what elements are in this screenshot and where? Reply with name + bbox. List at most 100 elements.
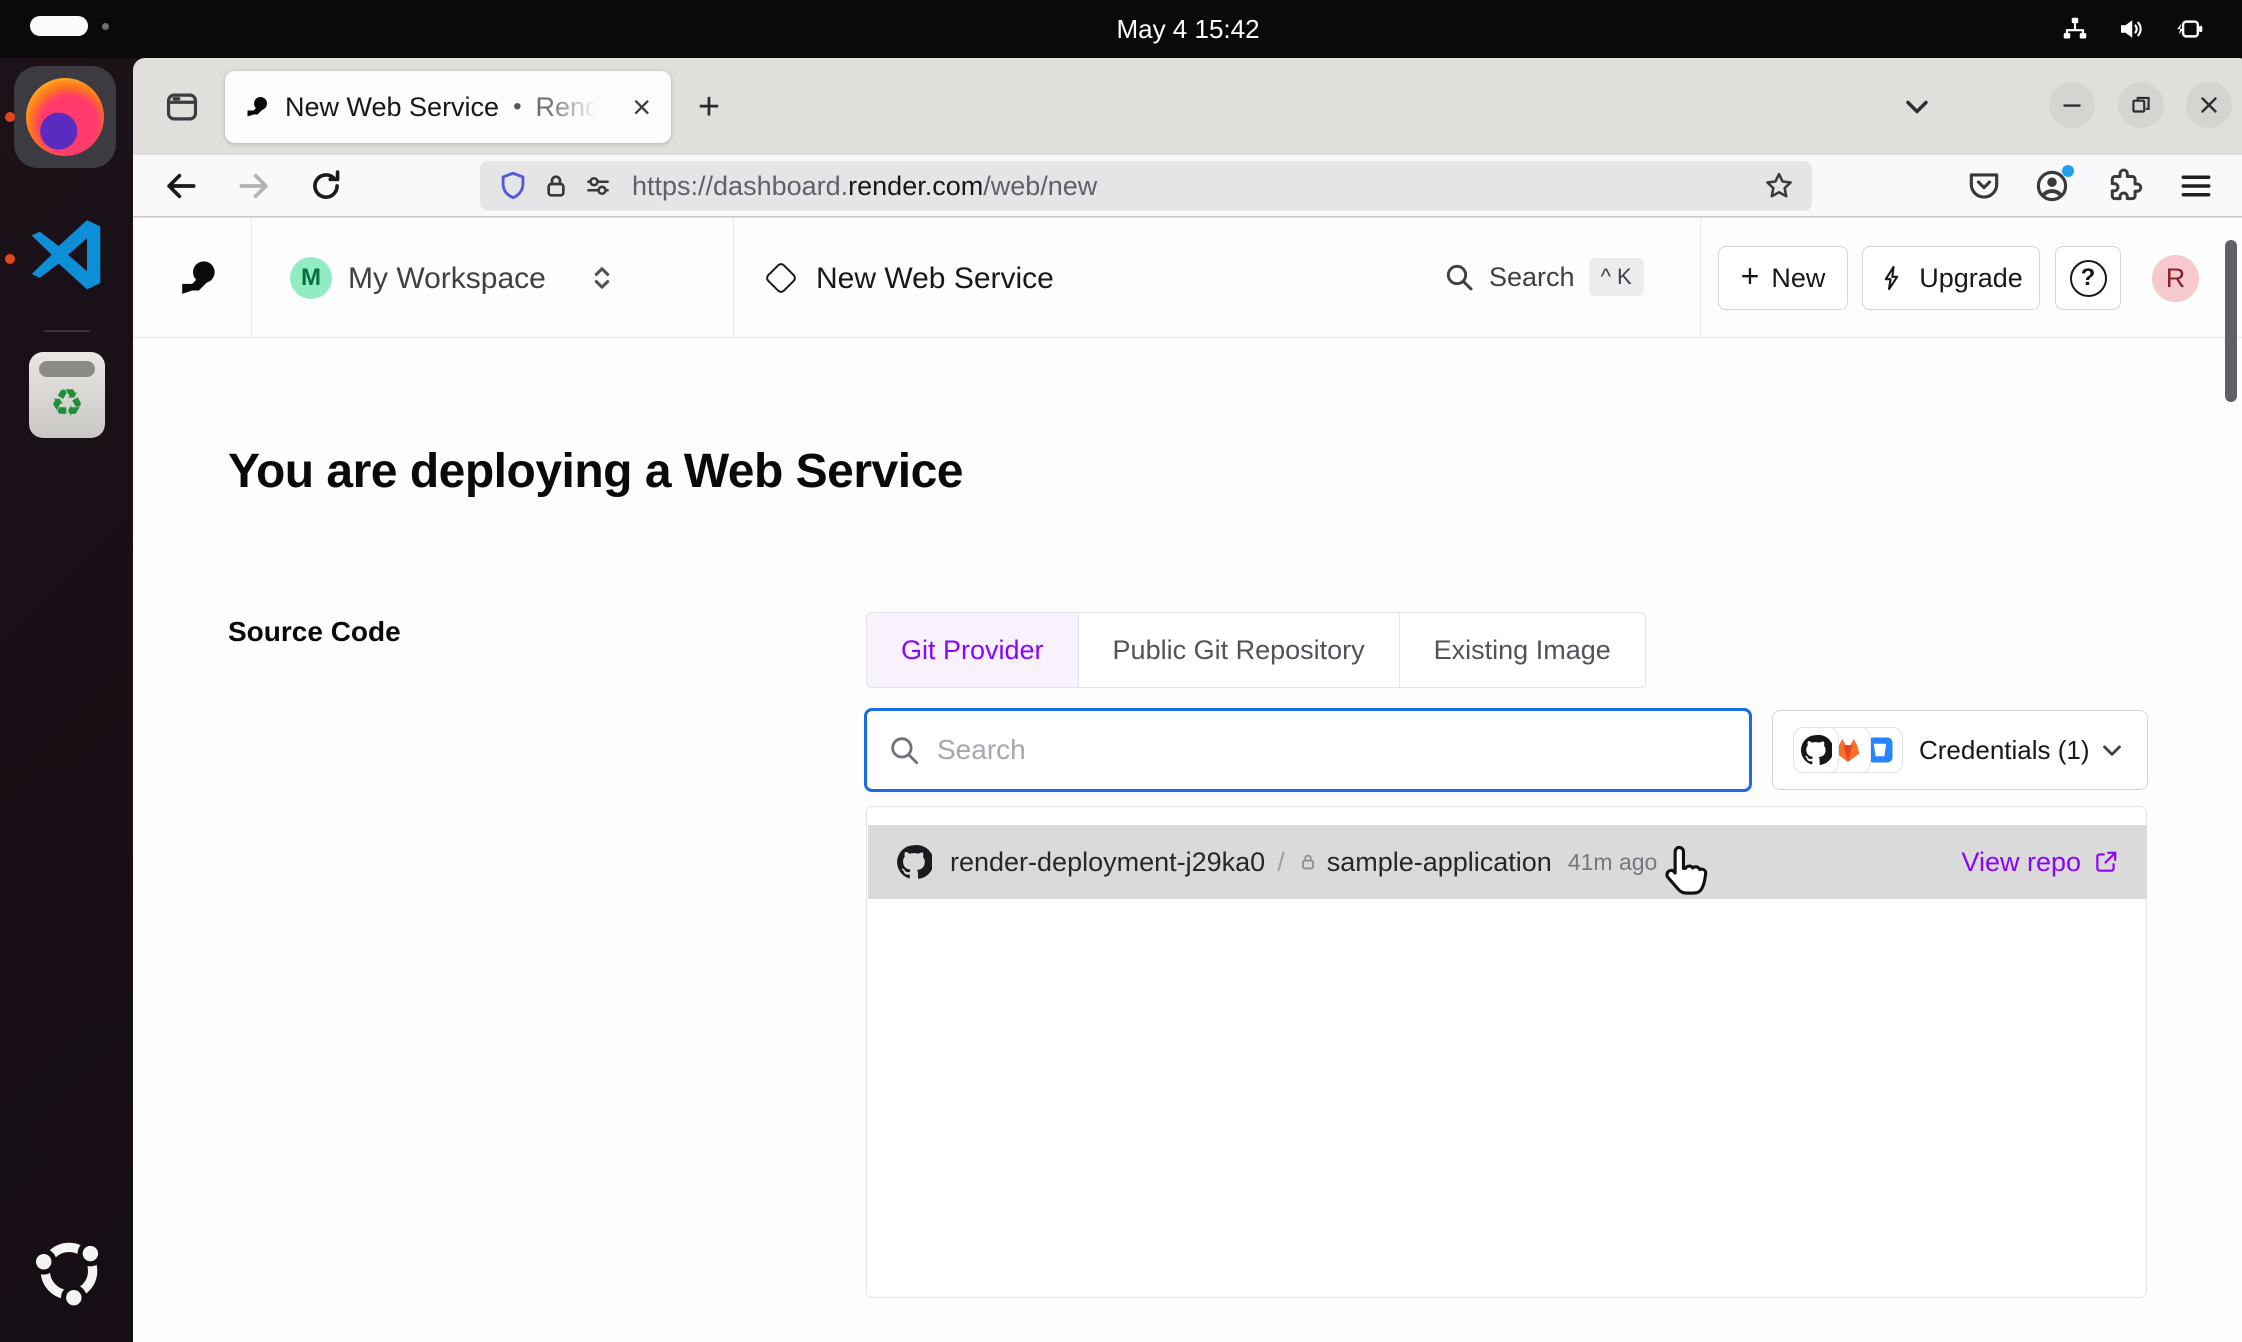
dock-divider — [44, 330, 90, 332]
new-button-label: New — [1771, 263, 1825, 294]
tab-title: New Web Service — [285, 92, 499, 123]
account-notification-dot — [2061, 164, 2075, 178]
repo-updated-time: 41m ago — [1568, 849, 1658, 876]
repo-search-box — [864, 708, 1752, 792]
private-repo-lock-icon — [1297, 851, 1319, 873]
mouse-cursor — [1659, 844, 1711, 902]
reload-icon[interactable] — [307, 167, 345, 205]
repo-separator: / — [1277, 847, 1285, 878]
volume-icon — [2116, 14, 2146, 44]
bookmark-star-icon[interactable] — [1762, 169, 1796, 203]
vscode-icon — [24, 218, 108, 302]
firefox-icon — [26, 78, 104, 156]
tab-close-icon[interactable]: × — [632, 91, 651, 123]
page-content: M My Workspace New Web Service Search ^ … — [133, 218, 2242, 1342]
repo-name: sample-application — [1327, 847, 1552, 878]
url-bar[interactable]: https://dashboard.render.com/web/new — [480, 161, 1812, 211]
navigation-toolbar: https://dashboard.render.com/web/new — [133, 155, 2242, 217]
menu-icon[interactable] — [2177, 167, 2215, 205]
window-restore-button[interactable] — [2118, 82, 2164, 128]
lock-icon[interactable] — [540, 170, 572, 202]
firefox-view-icon[interactable] — [163, 88, 201, 126]
forward-icon[interactable] — [235, 167, 273, 205]
service-diamond-icon — [764, 261, 798, 295]
tab-title-separator: • — [513, 93, 521, 121]
question-icon: ? — [2070, 260, 2107, 297]
view-repo-link[interactable]: View repo — [1961, 847, 2119, 878]
external-link-icon — [2093, 849, 2119, 875]
window-close-button[interactable] — [2186, 82, 2232, 128]
back-icon[interactable] — [162, 167, 200, 205]
dock: ♻ — [0, 58, 133, 1342]
page-scrollbar-thumb[interactable] — [2225, 240, 2237, 402]
system-tray[interactable] — [2060, 0, 2204, 58]
render-logo[interactable] — [178, 258, 218, 298]
repo-list-panel: render-deployment-j29ka0 / sample-applic… — [866, 806, 2147, 1298]
chevron-down-icon — [2097, 735, 2127, 765]
new-tab-button[interactable]: + — [689, 88, 729, 128]
render-favicon — [245, 95, 269, 119]
header-divider — [1700, 218, 1701, 337]
workspace-dot — [102, 23, 109, 30]
new-button[interactable]: + New — [1718, 246, 1848, 310]
credentials-dropdown[interactable]: Credentials (1) — [1772, 710, 2148, 790]
firefox-running-indicator — [5, 112, 15, 122]
pocket-icon[interactable] — [1965, 167, 2003, 205]
view-repo-label: View repo — [1961, 847, 2081, 878]
github-icon — [896, 844, 932, 880]
battery-charging-icon — [2172, 14, 2204, 44]
source-code-label: Source Code — [228, 616, 401, 648]
workspace-switcher-icon[interactable] — [585, 260, 619, 296]
dock-item-show-apps[interactable] — [32, 1234, 106, 1308]
url-domain: render.com — [848, 171, 983, 201]
activities-pill[interactable] — [30, 16, 88, 36]
dock-item-trash[interactable]: ♻ — [29, 352, 105, 438]
tab-title-trailing: Rend — [535, 92, 600, 123]
search-shortcut-badge: ^ K — [1589, 258, 1644, 296]
user-avatar[interactable]: R — [2152, 255, 2199, 302]
header-search[interactable]: Search ^ K — [1443, 258, 1644, 296]
app-header: M My Workspace New Web Service Search ^ … — [133, 218, 2242, 338]
tab-git-provider[interactable]: Git Provider — [867, 613, 1079, 687]
repo-search-input[interactable] — [937, 734, 1729, 766]
system-clock[interactable]: May 4 15:42 — [1088, 0, 1288, 58]
help-button[interactable]: ? — [2055, 246, 2121, 310]
system-top-bar: May 4 15:42 — [0, 0, 2242, 58]
permissions-icon[interactable] — [582, 170, 614, 202]
trash-lid — [39, 361, 95, 377]
search-icon — [887, 733, 921, 767]
page-title: New Web Service — [816, 262, 1054, 296]
vscode-running-indicator — [5, 254, 15, 264]
url-text[interactable]: https://dashboard.render.com/web/new — [632, 171, 1097, 202]
repo-owner: render-deployment-j29ka0 — [950, 847, 1265, 878]
ubuntu-icon — [32, 1234, 106, 1308]
page-heading: You are deploying a Web Service — [228, 444, 963, 499]
tracking-shield-icon[interactable] — [496, 169, 530, 203]
tab-public-git-repository[interactable]: Public Git Repository — [1079, 613, 1400, 687]
repo-row[interactable]: render-deployment-j29ka0 / sample-applic… — [868, 825, 2147, 899]
dock-item-vscode[interactable] — [24, 218, 108, 302]
dock-item-firefox[interactable] — [14, 66, 116, 168]
credentials-label: Credentials (1) — [1919, 735, 2090, 766]
tab-existing-image[interactable]: Existing Image — [1400, 613, 1645, 687]
upgrade-button[interactable]: Upgrade — [1862, 246, 2040, 310]
plus-icon: + — [1741, 258, 1760, 295]
url-path: /web/new — [983, 171, 1097, 201]
workspace-avatar[interactable]: M — [290, 257, 332, 299]
recycle-icon: ♻ — [50, 385, 84, 423]
github-icon — [1793, 727, 1839, 773]
list-all-tabs-icon[interactable] — [1899, 89, 1935, 125]
header-divider — [251, 218, 252, 337]
header-divider — [733, 218, 734, 337]
extensions-icon[interactable] — [2105, 167, 2143, 205]
network-icon — [2060, 14, 2090, 44]
tab-strip: New Web Service • Rend × + — [133, 58, 2242, 155]
window-minimize-button[interactable] — [2049, 82, 2095, 128]
workspace-name[interactable]: My Workspace — [348, 262, 546, 296]
browser-tab-active[interactable]: New Web Service • Rend × — [225, 71, 671, 143]
url-scheme: https://dashboard. — [632, 171, 848, 201]
upgrade-button-label: Upgrade — [1919, 263, 2023, 294]
browser-window: New Web Service • Rend × + — [133, 58, 2242, 1342]
search-icon — [1443, 261, 1475, 293]
account-icon[interactable] — [2033, 167, 2071, 205]
